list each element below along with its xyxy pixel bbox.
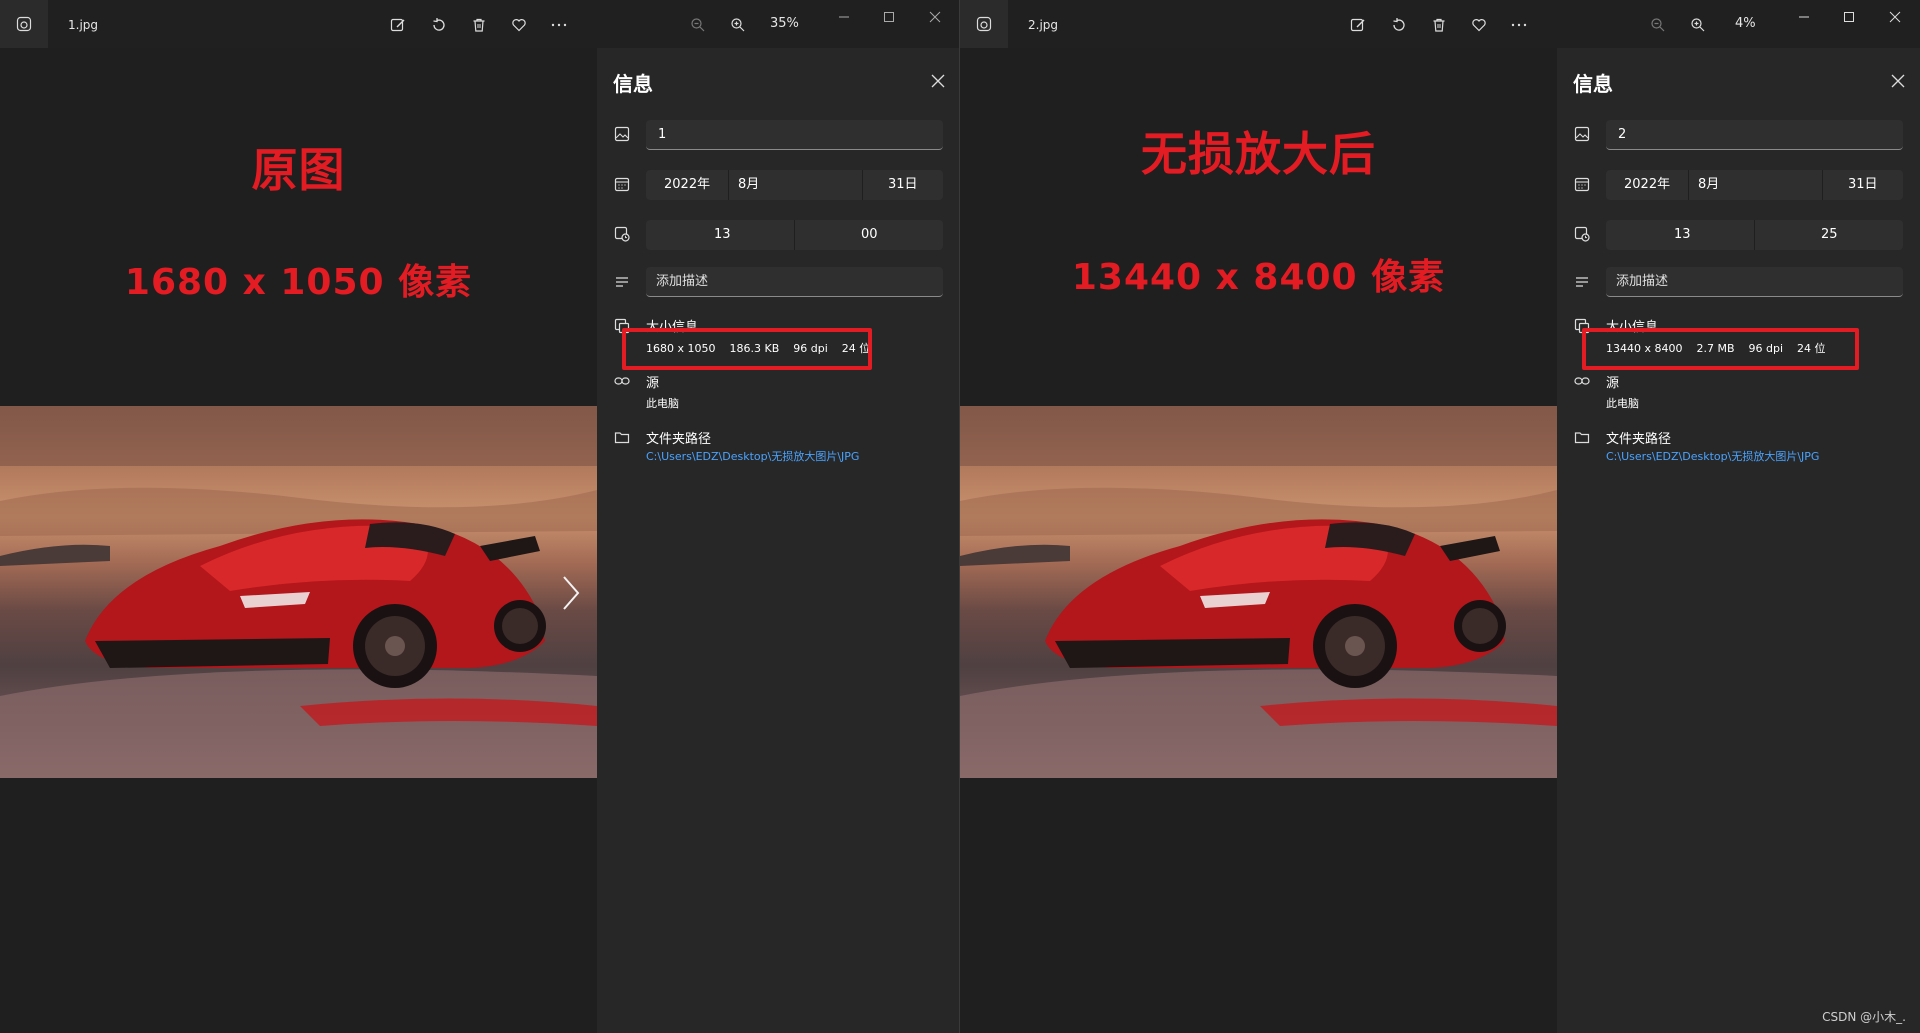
date-month[interactable]: 8月	[738, 170, 759, 200]
folder-icon	[613, 428, 631, 446]
image-name-field[interactable]: 1	[646, 120, 943, 150]
description-icon	[613, 273, 631, 291]
date-day[interactable]: 31日	[888, 170, 918, 200]
image-name-field[interactable]: 2	[1606, 120, 1903, 150]
zoom-out-icon[interactable]	[685, 12, 711, 38]
description-input[interactable]: 添加描述	[646, 267, 943, 297]
title-bar: 1.jpg 35%	[0, 0, 959, 48]
calendar-icon	[613, 175, 631, 193]
image-name-value: 2	[1618, 127, 1627, 142]
folder-path-label: 文件夹路径	[1606, 432, 1672, 447]
image-canvas: 原图 1680 x 1050 像素	[0, 48, 597, 1033]
date-year[interactable]: 2022年	[1624, 170, 1670, 200]
annotation-title: 无损放大后	[1141, 127, 1376, 181]
zoom-level[interactable]: 35%	[770, 0, 799, 48]
info-panel: 信息 1 2022年 8月 31日 13 00 添加描述 大小信息 1680 x…	[597, 48, 959, 1033]
file-name: 2.jpg	[1028, 18, 1059, 32]
source-value: 此电脑	[1606, 397, 1639, 410]
date-day[interactable]: 31日	[1848, 170, 1878, 200]
close-window-icon[interactable]	[1882, 6, 1908, 28]
source-label: 源	[1606, 376, 1620, 391]
date-year[interactable]: 2022年	[664, 170, 710, 200]
time-picker[interactable]: 13 00	[646, 220, 943, 250]
file-name: 1.jpg	[68, 18, 99, 32]
car-photo	[0, 406, 597, 778]
source-link-icon	[613, 372, 631, 390]
time-hour[interactable]: 13	[714, 220, 731, 250]
red-highlight-box	[622, 328, 872, 370]
date-picker[interactable]: 2022年 8月 31日	[646, 170, 943, 200]
more-options-icon[interactable]	[1506, 12, 1532, 38]
more-options-icon[interactable]	[546, 12, 572, 38]
description-icon	[1573, 273, 1591, 291]
maximize-icon[interactable]	[1836, 6, 1862, 28]
time-minute[interactable]: 25	[1821, 220, 1838, 250]
source-link-icon	[1573, 372, 1591, 390]
delete-icon[interactable]	[1426, 12, 1452, 38]
image-name-value: 1	[658, 127, 667, 142]
image-canvas: 无损放大后 13440 x 8400 像素	[960, 48, 1557, 1033]
description-input[interactable]: 添加描述	[1606, 267, 1903, 297]
image-name-icon	[1573, 125, 1591, 143]
watermark: CSDN @小木_.	[1822, 1010, 1906, 1024]
photos-window-left: 1.jpg 35% 原图 1680 x 1050 像素 信息 1 2022年 8…	[0, 0, 960, 1033]
time-picker[interactable]: 13 25	[1606, 220, 1903, 250]
zoom-level[interactable]: 4%	[1735, 0, 1756, 48]
annotation-title: 原图	[251, 143, 346, 197]
minimize-icon[interactable]	[831, 6, 857, 28]
favorite-heart-icon[interactable]	[506, 12, 532, 38]
rotate-icon[interactable]	[426, 12, 452, 38]
info-panel: 信息 2 2022年 8月 31日 13 25 添加描述 大小信息 13440 …	[1557, 48, 1920, 1033]
clock-icon	[613, 225, 631, 243]
close-info-panel-icon[interactable]	[927, 70, 949, 92]
image-name-icon	[613, 125, 631, 143]
folder-icon	[1573, 428, 1591, 446]
annotation-resolution: 13440 x 8400 像素	[1071, 257, 1446, 298]
clock-icon	[1573, 225, 1591, 243]
photos-app-icon[interactable]	[960, 0, 1008, 48]
next-image-chevron-icon[interactable]	[556, 573, 586, 613]
rotate-icon[interactable]	[1386, 12, 1412, 38]
zoom-in-icon[interactable]	[725, 12, 751, 38]
title-bar: 2.jpg 4%	[960, 0, 1920, 48]
source-value: 此电脑	[646, 397, 679, 410]
close-info-panel-icon[interactable]	[1887, 70, 1909, 92]
source-label: 源	[646, 376, 660, 391]
edit-image-icon[interactable]	[385, 12, 411, 38]
description-placeholder: 添加描述	[1616, 274, 1669, 289]
description-placeholder: 添加描述	[656, 274, 709, 289]
zoom-in-icon[interactable]	[1685, 12, 1711, 38]
folder-path-link[interactable]: C:\Users\EDZ\Desktop\无损放大图片\JPG	[646, 448, 859, 464]
car-photo	[960, 406, 1557, 778]
close-window-icon[interactable]	[922, 6, 948, 28]
delete-icon[interactable]	[466, 12, 492, 38]
calendar-icon	[1573, 175, 1591, 193]
favorite-heart-icon[interactable]	[1466, 12, 1492, 38]
photos-window-right: 2.jpg 4% 无损放大后 13440 x 8400 像素 信息 2 2022…	[960, 0, 1920, 1033]
time-hour[interactable]: 13	[1674, 220, 1691, 250]
time-minute[interactable]: 00	[861, 220, 878, 250]
edit-image-icon[interactable]	[1345, 12, 1371, 38]
date-month[interactable]: 8月	[1698, 170, 1719, 200]
photos-app-icon[interactable]	[0, 0, 48, 48]
red-highlight-box	[1582, 328, 1859, 370]
annotation-resolution: 1680 x 1050 像素	[124, 262, 473, 303]
date-picker[interactable]: 2022年 8月 31日	[1606, 170, 1903, 200]
info-panel-title: 信息	[1573, 72, 1613, 96]
info-panel-title: 信息	[613, 72, 653, 96]
folder-path-label: 文件夹路径	[646, 432, 712, 447]
maximize-icon[interactable]	[876, 6, 902, 28]
zoom-out-icon[interactable]	[1645, 12, 1671, 38]
minimize-icon[interactable]	[1791, 6, 1817, 28]
folder-path-link[interactable]: C:\Users\EDZ\Desktop\无损放大图片\JPG	[1606, 448, 1819, 464]
